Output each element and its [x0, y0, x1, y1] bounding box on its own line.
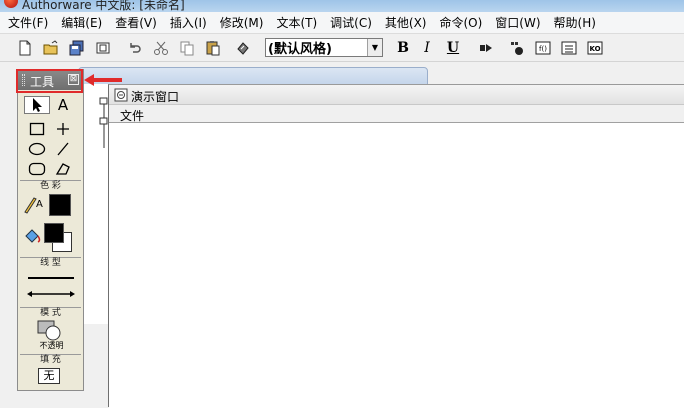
- bold-button[interactable]: B: [395, 39, 411, 57]
- rectangle-icon: [29, 122, 45, 136]
- polygon-icon: [55, 163, 70, 175]
- polygon-tool[interactable]: [50, 160, 76, 178]
- menu-file[interactable]: 文件(F): [8, 14, 48, 31]
- rounded-rectangle-icon: [28, 162, 46, 176]
- functions-icon[interactable]: f(): [534, 39, 552, 57]
- new-file-icon[interactable]: [16, 39, 34, 57]
- svg-text:KO: KO: [589, 45, 600, 53]
- control-panel-icon[interactable]: [508, 39, 526, 57]
- style-dropdown[interactable]: (默认风格) ▼: [265, 38, 383, 57]
- paste-icon[interactable]: [204, 39, 222, 57]
- import-icon[interactable]: [94, 39, 112, 57]
- menu-view[interactable]: 查看(V): [115, 14, 157, 31]
- pen-color-icon[interactable]: A: [23, 194, 43, 216]
- open-file-icon[interactable]: [42, 39, 60, 57]
- presentation-stage[interactable]: [109, 124, 684, 408]
- fill-selector[interactable]: 无: [38, 368, 60, 384]
- line-style-section-label: 线 型: [20, 257, 81, 268]
- mode-section-label: 模 式: [20, 307, 81, 318]
- cut-icon[interactable]: [152, 39, 170, 57]
- crosshair-icon: [57, 123, 69, 135]
- menu-text[interactable]: 文本(T): [276, 14, 317, 31]
- presentation-window: 演示窗口 文件: [108, 84, 684, 408]
- menu-other[interactable]: 其他(X): [385, 14, 427, 31]
- menu-help[interactable]: 帮助(H): [554, 14, 596, 31]
- save-all-icon[interactable]: [68, 39, 86, 57]
- copy-icon[interactable]: [178, 39, 196, 57]
- double-arrow-line-icon: [27, 291, 75, 297]
- diagonal-line-tool[interactable]: [50, 140, 76, 158]
- fill-section-label: 填 充: [20, 354, 81, 365]
- design-window-titlebar[interactable]: [78, 67, 428, 85]
- ellipse-tool[interactable]: [24, 140, 50, 158]
- solid-line-icon: [28, 277, 74, 279]
- pen-color-label: A: [36, 199, 43, 210]
- fill-bucket-icon: [25, 229, 41, 243]
- find-icon[interactable]: [234, 39, 252, 57]
- app-title: Authorware 中文版: [未命名]: [22, 0, 185, 12]
- text-tool[interactable]: A: [50, 96, 76, 114]
- presentation-window-title: 演示窗口: [131, 90, 180, 104]
- rounded-rectangle-tool[interactable]: [24, 160, 50, 178]
- menu-commands[interactable]: 命令(O): [439, 14, 482, 31]
- undo-icon[interactable]: [126, 39, 144, 57]
- line-color-swatch[interactable]: [49, 194, 71, 216]
- highlight-box: [16, 69, 83, 93]
- foreground-color-swatch[interactable]: [44, 223, 64, 243]
- presentation-window-menubar: 文件: [109, 105, 684, 123]
- diagonal-line-icon: [57, 142, 69, 156]
- line-arrow-selector[interactable]: [24, 288, 78, 300]
- chevron-down-icon[interactable]: ▼: [367, 39, 382, 56]
- menu-modify[interactable]: 修改(M): [220, 14, 264, 31]
- rectangle-tool[interactable]: [24, 120, 50, 138]
- underline-button[interactable]: U: [445, 39, 461, 57]
- run-icon[interactable]: [477, 39, 495, 57]
- menu-insert[interactable]: 插入(I): [170, 14, 207, 31]
- pencil-icon: [24, 197, 37, 214]
- presentation-window-icon: [114, 88, 128, 102]
- straight-line-tool[interactable]: [50, 120, 76, 138]
- ellipse-icon: [28, 142, 46, 156]
- knowledge-objects-icon[interactable]: KO: [586, 39, 604, 57]
- italic-button[interactable]: I: [419, 39, 435, 57]
- svg-text:f(): f(): [539, 45, 547, 53]
- menu-debug[interactable]: 调试(C): [330, 14, 372, 31]
- style-dropdown-value: (默认风格): [268, 42, 332, 57]
- mode-value: 不透明: [39, 341, 64, 350]
- variables-icon[interactable]: [560, 39, 578, 57]
- line-width-selector[interactable]: [24, 272, 78, 282]
- presentation-window-titlebar[interactable]: 演示窗口: [109, 85, 684, 105]
- menu-window[interactable]: 窗口(W): [495, 14, 540, 31]
- mode-selector[interactable]: [36, 320, 64, 342]
- menu-bar: 文件(F) 编辑(E) 查看(V) 插入(I) 修改(M) 文本(T) 调试(C…: [0, 12, 684, 34]
- pointer-tool[interactable]: [24, 96, 50, 114]
- arrow-pointer-icon: [33, 98, 42, 112]
- authorware-logo-icon: [4, 0, 18, 8]
- presentation-menu-file[interactable]: 文件: [120, 107, 144, 124]
- menu-edit[interactable]: 编辑(E): [61, 14, 102, 31]
- main-toolbar: (默认风格) ▼ B I U f() KO: [0, 34, 684, 62]
- tools-panel: 工具 ⊠ A 色 彩 A 线 型 模 式 不透明 填 充 无: [17, 69, 84, 391]
- opaque-mode-icon: [37, 320, 61, 341]
- app-title-bar: Authorware 中文版: [未命名]: [0, 0, 684, 12]
- paint-bucket-icon[interactable]: [23, 226, 43, 246]
- color-section-label: 色 彩: [20, 180, 81, 191]
